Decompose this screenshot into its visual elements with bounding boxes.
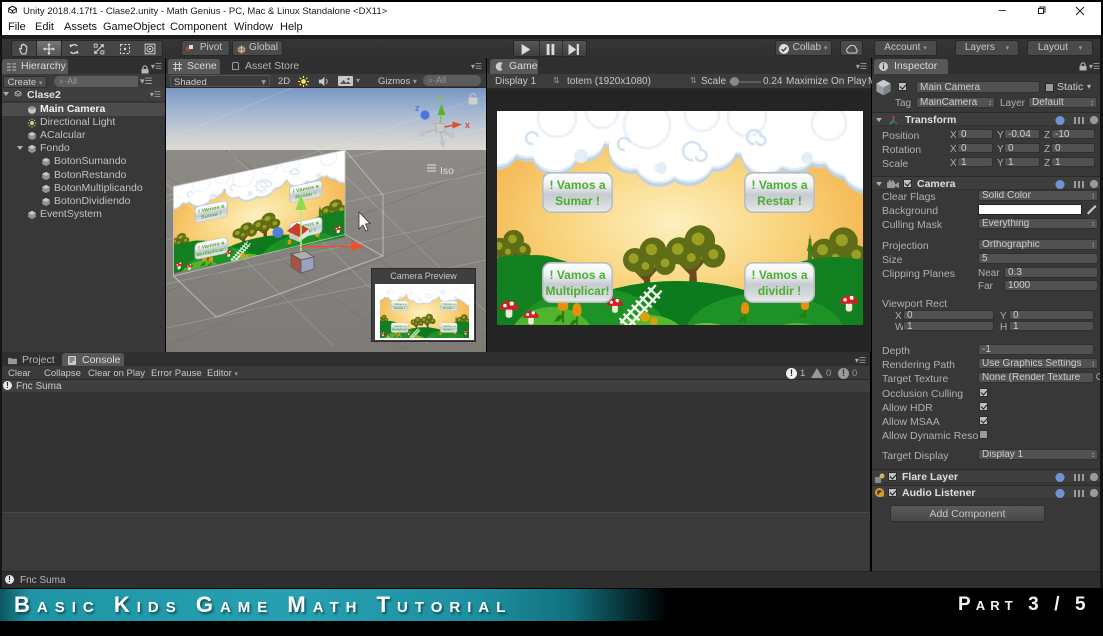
svg-text:z: z <box>415 103 420 113</box>
svg-text:x: x <box>465 120 470 130</box>
svg-text:y: y <box>438 93 443 103</box>
svg-text:Iso: Iso <box>440 165 454 177</box>
